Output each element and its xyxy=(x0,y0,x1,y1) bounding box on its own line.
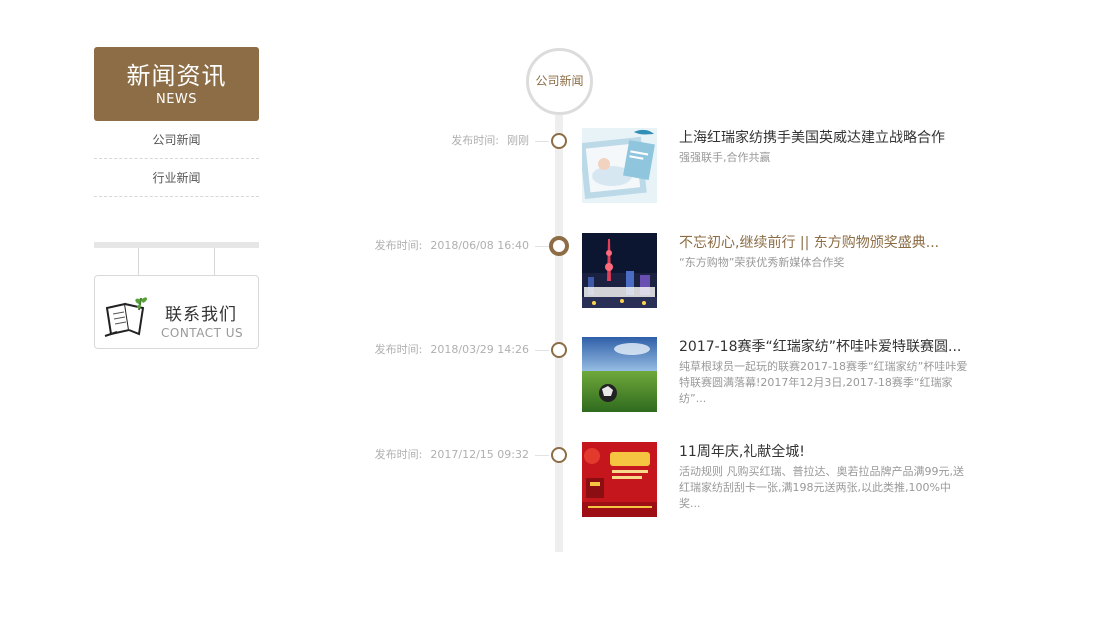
news-date-label: 发布时间: xyxy=(374,239,423,252)
news-summary: 活动规则 凡购买红瑞、普拉达、奥若拉品牌产品满99元,送红瑞家纺刮刮卡一张,满1… xyxy=(679,465,964,510)
news-date-label: 发布时间: xyxy=(451,134,499,147)
city-night-photo xyxy=(582,233,657,308)
football-field-photo xyxy=(582,337,657,412)
news-thumbnail-football[interactable] xyxy=(582,337,657,412)
timeline-node xyxy=(551,342,567,358)
news-date-label: 发布时间: xyxy=(374,448,423,461)
bedding-photo xyxy=(582,128,657,203)
news-item: 发布时间: 刚刚 上海红瑞家纺携手美国英威达建立战略合作 强强联手,合作共赢 xyxy=(0,128,1100,214)
news-title[interactable]: 不忘初心,继续前行 || 东方购物颁奖盛典... xyxy=(679,233,939,253)
news-date-label: 发布时间: xyxy=(374,343,423,356)
news-date: 发布时间: 2017/12/15 09:32 xyxy=(375,448,529,462)
news-summary: “东方购物”荣获优秀新媒体合作奖 xyxy=(679,256,845,269)
news-title[interactable]: 2017-18赛季“红瑞家纺”杯哇咔爱特联赛圆... xyxy=(679,337,961,357)
news-summary: 纯草根球员一起玩的联赛2017-18赛季“红瑞家纺”杯哇咔爱特联赛圆满落幕!20… xyxy=(679,360,968,405)
news-date-value: 2018/03/29 14:26 xyxy=(430,343,529,356)
news-date: 发布时间: 2018/06/08 16:40 xyxy=(375,239,529,253)
news-item: 发布时间: 2018/03/29 14:26 2017-18赛季“红瑞家纺”杯哇咔… xyxy=(0,337,1100,423)
contact-title-en: CONTACT US xyxy=(161,326,244,340)
news-summary: 强强联手,合作共赢 xyxy=(679,151,771,164)
news-item: 发布时间: 2018/06/08 16:40 不忘初心,继续前行 || 东方购物颁… xyxy=(0,233,1100,319)
news-thumbnail-bedding[interactable] xyxy=(582,128,657,203)
timeline-node-active xyxy=(549,236,569,256)
timeline-connector xyxy=(535,141,549,142)
timeline-connector xyxy=(535,455,549,456)
anniversary-poster xyxy=(582,442,657,517)
news-item: 发布时间: 2017/12/15 09:32 11周年庆,礼献全城! 活动规则 凡… xyxy=(0,442,1100,528)
timeline-node xyxy=(551,133,567,149)
news-thumbnail-city[interactable] xyxy=(582,233,657,308)
timeline-connector xyxy=(535,246,549,247)
news-date: 发布时间: 刚刚 xyxy=(451,134,529,148)
section-title: 新闻资讯 NEWS xyxy=(94,47,259,121)
news-thumbnail-anniversary[interactable] xyxy=(582,442,657,517)
news-date: 发布时间: 2018/03/29 14:26 xyxy=(375,343,529,357)
news-date-value: 2018/06/08 16:40 xyxy=(430,239,529,252)
timeline-connector xyxy=(535,350,549,351)
news-title[interactable]: 上海红瑞家纺携手美国英威达建立战略合作 xyxy=(679,128,945,148)
news-title[interactable]: 11周年庆,礼献全城! xyxy=(679,442,805,462)
section-title-en: NEWS xyxy=(155,92,198,107)
section-title-cn: 新闻资讯 xyxy=(126,62,227,90)
timeline-header: 公司新闻 xyxy=(526,48,593,115)
news-date-value: 2017/12/15 09:32 xyxy=(430,448,529,461)
news-date-value: 刚刚 xyxy=(507,134,529,147)
timeline-node xyxy=(551,447,567,463)
